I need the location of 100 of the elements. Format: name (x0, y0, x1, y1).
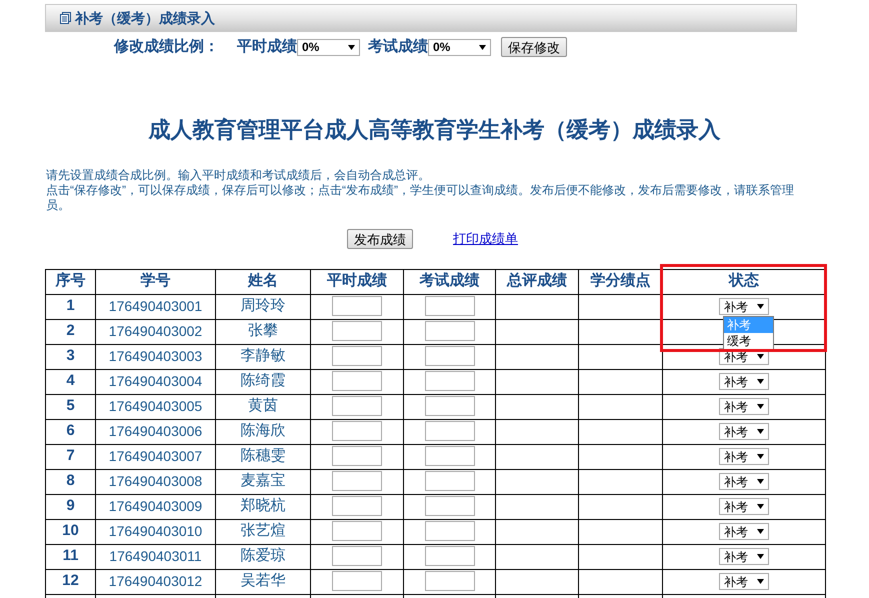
table-cell: 176490403003 (96, 344, 216, 369)
score-input[interactable] (332, 521, 382, 542)
dropdown[interactable]: 补考 (719, 373, 769, 390)
table-cell: 176490403011 (96, 544, 216, 569)
column-header: 学分绩点 (578, 269, 662, 294)
table-cell: 176490403010 (96, 519, 216, 544)
table-cell: 张攀 (216, 319, 310, 344)
caret-icon (757, 454, 764, 459)
score-input[interactable] (332, 296, 382, 316)
document-icon (60, 12, 71, 24)
table-cell: 郑晓杭 (216, 494, 310, 519)
dropdown[interactable]: 补考 (719, 498, 769, 515)
table-cell: 176490403006 (96, 419, 216, 444)
table-cell: 张艺煊 (216, 519, 310, 544)
caret-icon (757, 554, 764, 559)
score-input[interactable] (332, 446, 382, 466)
dropdown[interactable]: 补考 (719, 448, 769, 465)
table-cell: 1 (46, 294, 96, 319)
instruction-text: 请先设置成绩合成比例。输入平时成绩和考试成绩后，会自动合成总评。 (46, 168, 431, 182)
score-input[interactable] (424, 346, 474, 366)
caret-icon (757, 404, 764, 409)
dropdown[interactable]: 补考 (719, 523, 769, 540)
table-cell: 黄茵 (216, 394, 310, 419)
table-cell: 6 (46, 419, 96, 444)
column-header: 总评成绩 (496, 269, 578, 294)
score-input[interactable] (332, 571, 382, 592)
dropdown[interactable]: 0% (297, 38, 360, 56)
table-cell: 5 (46, 394, 96, 419)
caret-icon (757, 379, 764, 384)
table-cell: 7 (46, 444, 96, 469)
score-input[interactable] (424, 546, 474, 566)
caret-icon (757, 579, 764, 584)
table-cell: 麦嘉宝 (216, 469, 310, 494)
score-input[interactable] (424, 521, 474, 542)
score-input[interactable] (424, 296, 474, 316)
field-label: 考试成绩 (368, 37, 428, 57)
score-input[interactable] (424, 321, 474, 342)
caret-icon (479, 44, 486, 50)
score-input[interactable] (332, 471, 382, 492)
table-cell: 176490403012 (96, 569, 216, 594)
table-cell: 4 (46, 369, 96, 394)
score-input[interactable] (424, 571, 474, 592)
dropdown[interactable]: 补考 (719, 573, 769, 590)
save-button[interactable]: 保存修改 (501, 37, 567, 58)
column-header: 序号 (46, 269, 96, 294)
score-input[interactable] (332, 496, 382, 516)
dropdown[interactable]: 补考 (719, 548, 769, 565)
caret-icon (757, 529, 764, 534)
column-header: 状态 (662, 269, 826, 294)
table-cell: 3 (46, 344, 96, 369)
table-cell: 176490403009 (96, 494, 216, 519)
score-input[interactable] (332, 421, 382, 442)
caret-icon (757, 354, 764, 359)
score-input[interactable] (332, 396, 382, 416)
score-input[interactable] (424, 421, 474, 442)
score-input[interactable] (332, 346, 382, 366)
score-input[interactable] (332, 546, 382, 566)
table-cell: 176490403008 (96, 469, 216, 494)
column-header: 考试成绩 (404, 269, 496, 294)
table-cell: 176490403007 (96, 444, 216, 469)
score-input[interactable] (332, 321, 382, 342)
table-cell: 176490403004 (96, 369, 216, 394)
table-cell: 周玲玲 (216, 294, 310, 319)
table-cell: 176490403002 (96, 319, 216, 344)
table-cell: 8 (46, 469, 96, 494)
table-cell: 李静敏 (216, 344, 310, 369)
score-input[interactable] (424, 371, 474, 392)
column-header: 姓名 (216, 269, 310, 294)
table-cell: 176490403001 (96, 294, 216, 319)
column-header: 平时成绩 (310, 269, 404, 294)
table-cell: 吴若华 (216, 569, 310, 594)
caret-icon (757, 429, 764, 434)
dropdown[interactable]: 补考 (719, 298, 769, 315)
table-cell: 10 (46, 519, 96, 544)
caret-icon (757, 479, 764, 484)
table-cell: 2 (46, 319, 96, 344)
dropdown[interactable]: 补考 (719, 398, 769, 415)
print-link[interactable]: 打印成绩单 (453, 228, 518, 248)
caret-icon (757, 304, 764, 309)
score-input[interactable] (424, 396, 474, 416)
table-cell: 176490403005 (96, 394, 216, 419)
dropdown[interactable]: 补考 (719, 473, 769, 490)
score-input[interactable] (424, 446, 474, 466)
publish-button[interactable]: 发布成绩 (347, 228, 413, 248)
instruction-text: 点击“保存修改”，可以保存成绩，保存后可以修改；点击“发布成绩”，学生便可以查询成绩。发布后便不能修改，发布后需要修改，请联系管理员。 (46, 182, 795, 212)
score-input[interactable] (332, 371, 382, 392)
column-header: 学号 (96, 269, 216, 294)
table-cell: 12 (46, 569, 96, 594)
ratio-label: 修改成绩比例： (114, 37, 219, 57)
table-cell: 陈海欣 (216, 419, 310, 444)
dropdown[interactable]: 补考 (719, 423, 769, 440)
page-title: 成人教育管理平台成人高等教育学生补考（缓考）成绩录入 (147, 116, 722, 144)
score-input[interactable] (424, 496, 474, 516)
table-cell: 陈爱琼 (216, 544, 310, 569)
score-input[interactable] (424, 471, 474, 492)
table-cell: 陈穗雯 (216, 444, 310, 469)
dropdown[interactable]: 0% (428, 38, 491, 56)
table-cell: 陈绮霞 (216, 369, 310, 394)
header-title: 补考（缓考）成绩录入 (75, 8, 215, 28)
table-cell: 9 (46, 494, 96, 519)
